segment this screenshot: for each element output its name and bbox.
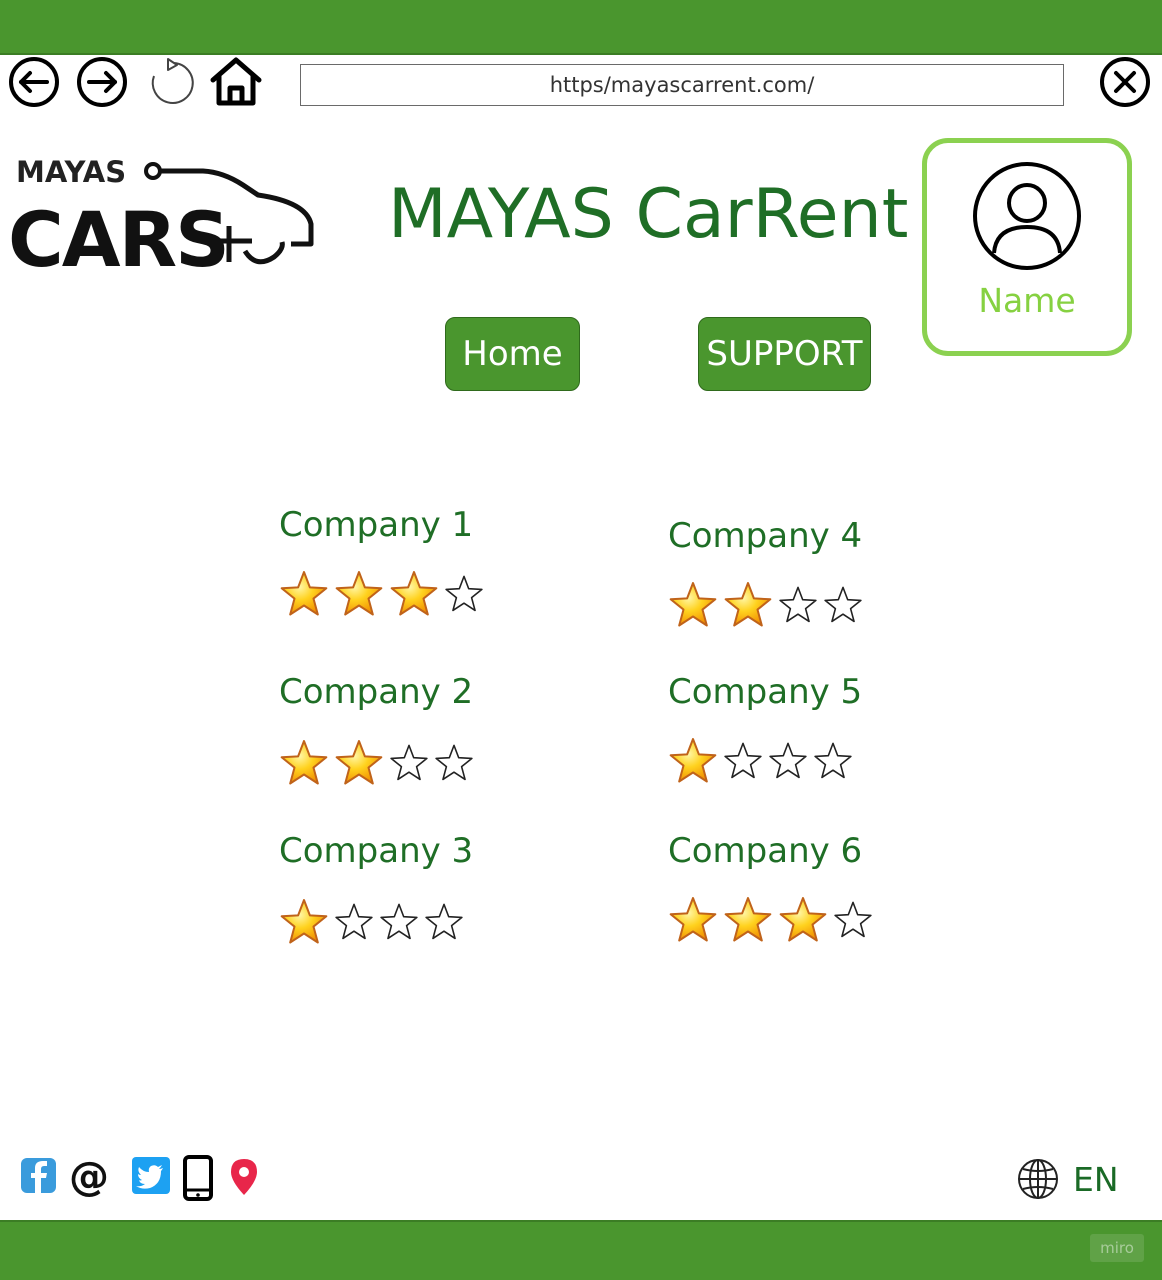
close-icon[interactable] [1099,56,1151,108]
location-pin-icon[interactable] [227,1157,261,1197]
star-filled-icon [669,582,717,627]
star-filled-icon [280,740,328,785]
star-filled-icon [669,738,717,783]
star-rating [668,736,858,786]
star-empty-icon [824,586,862,623]
star-rating [279,738,479,788]
star-filled-icon [335,740,383,785]
star-empty-icon [814,742,852,779]
language-selector[interactable]: EN [1017,1158,1119,1200]
twitter-icon[interactable] [131,1155,171,1195]
email-at-icon[interactable]: @ [69,1155,111,1197]
back-arrow-icon[interactable] [8,56,60,108]
star-filled-icon [779,897,827,942]
home-button[interactable]: Home [445,317,580,391]
support-button[interactable]: SUPPORT [698,317,871,391]
star-rating [668,580,868,630]
logo-text-top: MAYAS [16,155,126,189]
star-rating [279,569,489,619]
logo[interactable]: MAYAS CARS [8,152,318,274]
company-card[interactable]: Company 4 [668,516,863,627]
company-name: Company 2 [279,672,474,712]
facebook-icon[interactable] [20,1155,57,1195]
company-name: Company 6 [668,831,863,871]
star-empty-icon [380,903,418,940]
bottom-bar [0,1220,1162,1280]
star-filled-icon [280,899,328,944]
star-filled-icon [724,582,772,627]
star-empty-icon [724,742,762,779]
company-card[interactable]: Company 6 [668,831,872,942]
language-label: EN [1073,1159,1119,1199]
top-bar [0,0,1162,55]
miro-watermark: miro [1090,1234,1144,1262]
star-empty-icon [834,901,872,938]
star-empty-icon [779,586,817,623]
star-empty-icon [769,742,807,779]
company-card[interactable]: Company 5 [668,672,863,783]
star-empty-icon [445,575,483,612]
company-card[interactable]: Company 3 [279,831,474,944]
company-name: Company 5 [668,672,863,712]
star-filled-icon [669,897,717,942]
phone-icon[interactable] [182,1155,214,1201]
star-filled-icon [280,571,328,616]
user-avatar-icon [973,162,1081,270]
star-rating [668,895,878,945]
url-text: https/mayascarrent.com/ [549,73,815,97]
company-name: Company 4 [668,516,863,556]
star-empty-icon [390,744,428,781]
star-empty-icon [335,903,373,940]
page-title: MAYAS CarRent [388,175,909,254]
star-empty-icon [425,903,463,940]
star-filled-icon [390,571,438,616]
star-filled-icon [335,571,383,616]
star-rating [279,897,469,947]
globe-icon [1018,1159,1058,1199]
star-empty-icon [435,744,473,781]
company-name: Company 1 [279,505,474,545]
profile-card[interactable]: Name [922,138,1132,356]
svg-text:@: @ [69,1155,109,1197]
company-card[interactable]: Company 2 [279,672,474,785]
star-filled-icon [724,897,772,942]
home-icon[interactable] [210,56,262,108]
profile-name: Name [978,281,1076,320]
company-name: Company 3 [279,831,474,871]
address-bar[interactable]: https/mayascarrent.com/ [300,64,1064,106]
logo-text-main: CARS [8,195,228,274]
company-card[interactable]: Company 1 [279,505,483,616]
forward-arrow-icon[interactable] [76,56,128,108]
reload-icon[interactable] [144,56,196,108]
